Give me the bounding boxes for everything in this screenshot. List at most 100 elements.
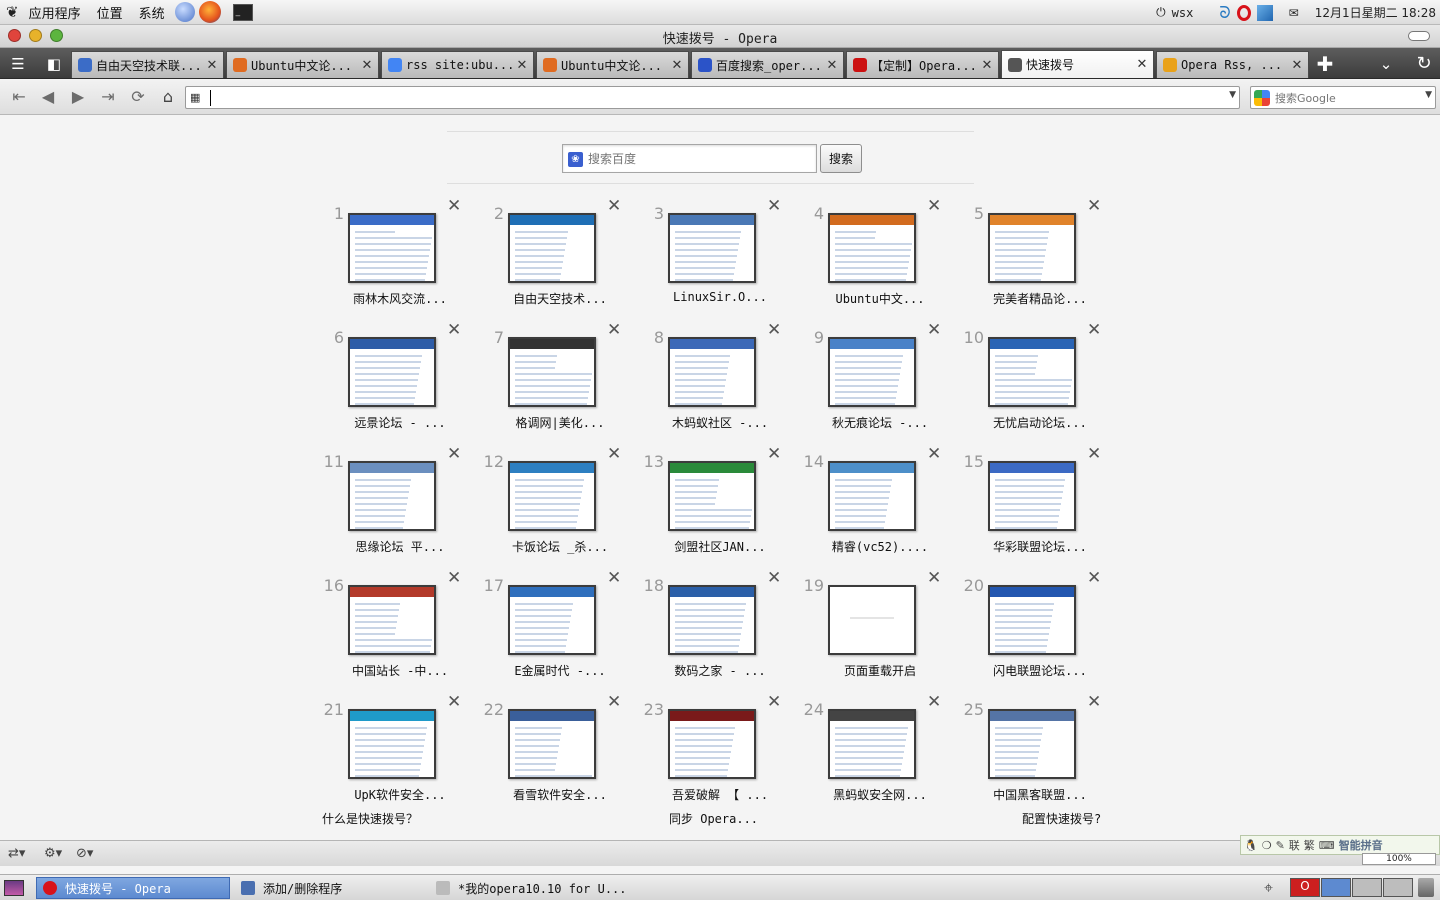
menu-places[interactable]: 位置 [89, 3, 131, 22]
cell-caption[interactable]: LinuxSir.O... [640, 290, 800, 304]
remove-cell-icon[interactable]: ✕ [1087, 692, 1101, 712]
cell-caption[interactable]: 思缘论坛 平... [320, 538, 480, 555]
speed-dial-cell[interactable]: 12 ✕ 卡饭论坛 _杀... [480, 442, 640, 566]
speed-dial-cell[interactable]: 22 ✕ 看雪软件安全... [480, 690, 640, 814]
site-thumbnail[interactable] [348, 213, 436, 283]
remove-cell-icon[interactable]: ✕ [607, 320, 621, 340]
web-search-field[interactable]: ▼ [1250, 86, 1436, 109]
remove-cell-icon[interactable]: ✕ [927, 444, 941, 464]
reload-session-icon[interactable]: ↻ [1410, 53, 1438, 75]
sync-opera-link[interactable]: 同步 Opera... [669, 810, 758, 827]
ime-label[interactable]: 智能拼音 [1339, 837, 1383, 853]
site-thumbnail[interactable] [508, 337, 596, 407]
speed-dial-cell[interactable]: 15 ✕ 华彩联盟论坛... [960, 442, 1120, 566]
speed-dial-cell[interactable]: 14 ✕ 精睿(vc52).... [800, 442, 960, 566]
cell-caption[interactable]: 黑蚂蚁安全网... [800, 786, 960, 803]
google-icon[interactable] [1254, 90, 1270, 106]
tab[interactable]: 快速拨号 ✕ [1001, 50, 1154, 78]
tab[interactable]: 自由天空技术联... ✕ [71, 51, 224, 78]
tab-close-icon[interactable]: ✕ [205, 58, 219, 73]
workspace-3[interactable] [1352, 878, 1382, 897]
zoom-slider[interactable]: 100% [1362, 853, 1436, 865]
page-transfer-icon[interactable]: ⇄▾ [8, 846, 25, 861]
site-thumbnail[interactable] [988, 213, 1076, 283]
what-is-speed-dial-link[interactable]: 什么是快速拨号？ [322, 810, 418, 827]
remove-cell-icon[interactable]: ✕ [447, 444, 461, 464]
cell-caption[interactable]: 精睿(vc52).... [800, 538, 960, 555]
speed-dial-cell[interactable]: 16 ✕ 中国站长 -中... [320, 566, 480, 690]
speed-dial-cell[interactable]: 8 ✕ 木蚂蚁社区 -... [640, 318, 800, 442]
speed-dial-cell[interactable]: 20 ✕ 闪电联盟论坛... [960, 566, 1120, 690]
gnome-foot-icon[interactable]: ❦ [0, 3, 21, 21]
tab-close-icon[interactable]: ✕ [1290, 58, 1304, 73]
home-button[interactable]: ⌂ [157, 87, 179, 107]
cell-caption[interactable]: 自由天空技术... [480, 290, 640, 307]
cell-caption[interactable]: 闪电联盟论坛... [960, 662, 1120, 679]
tab-close-icon[interactable]: ✕ [360, 58, 374, 73]
address-dropdown-icon[interactable]: ▼ [1229, 90, 1236, 100]
opera-menu-button[interactable]: ☰ [4, 53, 32, 75]
remove-cell-icon[interactable]: ✕ [447, 692, 461, 712]
remove-cell-icon[interactable]: ✕ [607, 692, 621, 712]
cell-caption[interactable]: 秋无痕论坛 -... [800, 414, 960, 431]
cell-caption[interactable]: Ubuntu中文... [800, 290, 960, 307]
site-thumbnail[interactable] [988, 709, 1076, 779]
remove-cell-icon[interactable]: ✕ [927, 196, 941, 216]
remove-cell-icon[interactable]: ✕ [447, 320, 461, 340]
terminal-icon[interactable]: _ [232, 3, 253, 21]
search-engine-dropdown-icon[interactable]: ▼ [1425, 90, 1432, 100]
taskbar-button[interactable]: 添加/删除程序 [235, 877, 425, 899]
speed-dial-cell[interactable]: 18 ✕ 数码之家 - ... [640, 566, 800, 690]
site-thumbnail[interactable] [508, 585, 596, 655]
site-thumbnail[interactable] [668, 213, 756, 283]
site-thumbnail[interactable] [668, 585, 756, 655]
remove-cell-icon[interactable]: ✕ [767, 692, 781, 712]
cell-caption[interactable]: E金属时代 -... [480, 662, 640, 679]
tray-swirl-icon[interactable]: ᘐ [1219, 3, 1230, 23]
new-tab-button[interactable]: ✚ [1311, 53, 1339, 75]
site-thumbnail[interactable] [348, 337, 436, 407]
speed-dial-cell[interactable]: 4 ✕ Ubuntu中文... [800, 194, 960, 318]
speed-dial-cell[interactable]: 3 ✕ LinuxSir.O... [640, 194, 800, 318]
mail-icon[interactable]: ✉ [1289, 6, 1299, 20]
site-thumbnail[interactable] [988, 461, 1076, 531]
site-thumbnail[interactable] [828, 585, 916, 655]
tab[interactable]: Opera Rss, ... ✕ [1156, 51, 1309, 78]
workspace-2[interactable] [1321, 878, 1351, 897]
tab[interactable]: 百度搜索_oper... ✕ [691, 51, 844, 78]
trash-icon[interactable] [1418, 878, 1434, 897]
site-thumbnail[interactable] [668, 337, 756, 407]
tab[interactable]: Ubuntu中文论... ✕ [226, 51, 379, 78]
site-thumbnail[interactable] [508, 461, 596, 531]
speed-dial-cell[interactable]: 1 ✕ 雨林木风交流... [320, 194, 480, 318]
cell-caption[interactable]: 剑盟社区JAN... [640, 538, 800, 555]
cell-caption[interactable]: 中国黑客联盟... [960, 786, 1120, 803]
speed-dial-cell[interactable]: 7 ✕ 格调网|美化... [480, 318, 640, 442]
tab-close-icon[interactable]: ✕ [670, 58, 684, 73]
site-thumbnail[interactable] [828, 337, 916, 407]
remove-cell-icon[interactable]: ✕ [927, 320, 941, 340]
cell-caption[interactable]: 无忧启动论坛... [960, 414, 1120, 431]
speed-dial-cell[interactable]: 13 ✕ 剑盟社区JAN... [640, 442, 800, 566]
remove-cell-icon[interactable]: ✕ [1087, 320, 1101, 340]
site-thumbnail[interactable] [348, 585, 436, 655]
remove-cell-icon[interactable]: ✕ [1087, 196, 1101, 216]
workspace-1[interactable]: O [1290, 878, 1320, 897]
ime-mode-icon[interactable]: ❍ [1262, 839, 1272, 852]
remove-cell-icon[interactable]: ✕ [767, 444, 781, 464]
speed-dial-cell[interactable]: 10 ✕ 无忧启动论坛... [960, 318, 1120, 442]
cell-caption[interactable]: 卡饭论坛 _杀... [480, 538, 640, 555]
remove-cell-icon[interactable]: ✕ [607, 568, 621, 588]
forward-button[interactable]: ▶ [67, 87, 89, 107]
cell-caption[interactable]: 看雪软件安全... [480, 786, 640, 803]
remove-cell-icon[interactable]: ✕ [927, 692, 941, 712]
speed-dial-cell[interactable]: 17 ✕ E金属时代 -... [480, 566, 640, 690]
cell-caption[interactable]: 页面重载开启 [800, 662, 960, 679]
rewind-button[interactable]: ⇤ [8, 87, 30, 107]
speed-dial-cell[interactable]: 21 ✕ UpK软件安全... [320, 690, 480, 814]
baidu-search-box[interactable]: ❀ [562, 144, 817, 173]
site-thumbnail[interactable] [828, 213, 916, 283]
site-thumbnail[interactable] [508, 709, 596, 779]
speed-dial-cell[interactable]: 6 ✕ 远景论坛 - ... [320, 318, 480, 442]
site-thumbnail[interactable] [828, 709, 916, 779]
